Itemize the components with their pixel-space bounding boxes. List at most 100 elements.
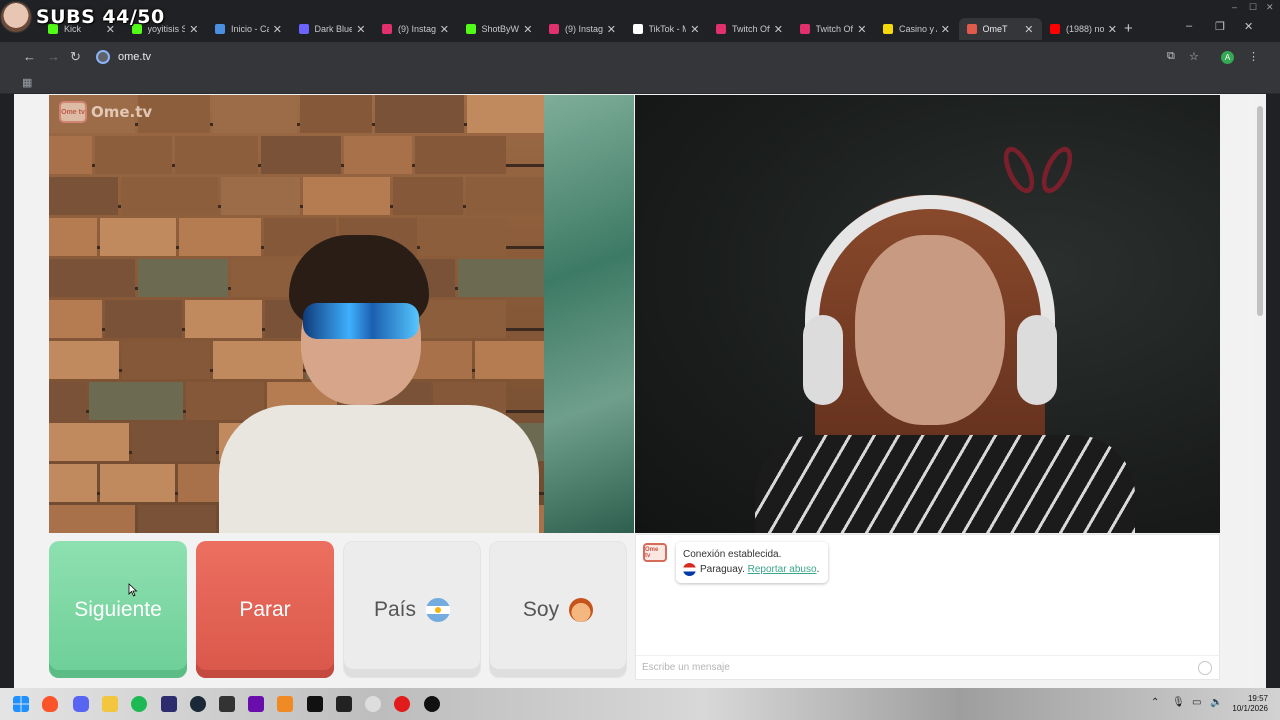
- chatgpt-icon[interactable]: [365, 696, 381, 712]
- tab-title: (9) Instagr: [398, 24, 436, 34]
- display-icon[interactable]: ▭: [1192, 697, 1201, 708]
- country-button-label: País: [373, 597, 417, 621]
- gender-select-button[interactable]: Soy: [489, 541, 627, 678]
- apps-grid-icon[interactable]: ▦: [22, 76, 32, 89]
- obs-icon[interactable]: [424, 696, 440, 712]
- ometv-chat-icon: Ome tv: [643, 543, 667, 562]
- connection-status-text: Conexión establecida.: [683, 549, 782, 560]
- tab-close-icon[interactable]: ✕: [857, 23, 866, 36]
- youtube-icon[interactable]: [394, 696, 410, 712]
- system-clock[interactable]: 19:57 10/1/2026: [1230, 694, 1268, 714]
- subs-counter: SUBS 44/50: [36, 6, 165, 28]
- stop-button[interactable]: Parar: [196, 541, 334, 678]
- tab-title: OmeT: [982, 24, 1008, 34]
- boy-emoji-icon: [569, 597, 594, 622]
- y-app-icon[interactable]: [248, 696, 264, 712]
- tab-close-icon[interactable]: ✕: [273, 23, 282, 36]
- page-scrollbar[interactable]: [1254, 94, 1266, 688]
- emoji-picker-icon[interactable]: [1198, 661, 1212, 675]
- launcher-icon[interactable]: [277, 696, 293, 712]
- country-filter-button[interactable]: País: [343, 541, 481, 678]
- tab-close-icon[interactable]: ✕: [523, 23, 532, 36]
- site-info-icon[interactable]: [96, 50, 110, 64]
- tab-close-icon[interactable]: ✕: [189, 23, 198, 36]
- minimize-mini-icon[interactable]: –: [1232, 2, 1237, 12]
- maximize-mini-icon[interactable]: ☐: [1249, 2, 1257, 13]
- profile-avatar[interactable]: A: [1221, 51, 1234, 64]
- tab-title: Twitch Off: [815, 24, 854, 34]
- tab-close-icon[interactable]: ✕: [941, 23, 950, 36]
- tray-chevron-icon[interactable]: ⌃: [1151, 697, 1159, 708]
- app-window-icon[interactable]: [161, 696, 177, 712]
- next-button[interactable]: Siguiente: [49, 541, 187, 678]
- next-button-label: Siguiente: [74, 597, 162, 621]
- remote-user-figure: [755, 165, 1135, 533]
- ometv-tv-icon: Ome tv: [59, 101, 87, 123]
- argentina-flag-icon: [426, 597, 451, 622]
- close-mini-icon[interactable]: ✕: [1266, 2, 1274, 13]
- report-abuse-link[interactable]: Reportar abuso: [748, 562, 817, 577]
- brave-browser-icon[interactable]: [42, 696, 58, 712]
- tab-close-icon[interactable]: ✕: [440, 23, 449, 36]
- system-message-bubble: Conexión establecida. Paraguay. Reportar…: [676, 542, 829, 583]
- bookmark-star-icon[interactable]: ☆: [1189, 50, 1199, 63]
- steam-icon[interactable]: [190, 696, 206, 712]
- restore-button[interactable]: ❐: [1215, 20, 1225, 33]
- tab-favicon-icon: [799, 24, 810, 34]
- tab-title: ShotByWo: [481, 24, 520, 34]
- reload-button[interactable]: ↻: [70, 49, 81, 65]
- tab-favicon-icon: [382, 24, 392, 34]
- minimize-button[interactable]: –: [1186, 20, 1192, 32]
- file-explorer-icon[interactable]: [102, 696, 118, 712]
- tab-favicon-icon: [883, 24, 893, 34]
- browser-tab[interactable]: Twitch Off ✕: [708, 18, 791, 40]
- browser-tab[interactable]: (9) Instagr ✕: [374, 18, 457, 40]
- local-user-figure: [219, 235, 539, 533]
- notion-icon[interactable]: [336, 696, 352, 712]
- capcut-icon[interactable]: [307, 696, 323, 712]
- windows-start-icon[interactable]: [13, 696, 29, 712]
- report-suffix: .: [816, 564, 820, 575]
- browser-tab[interactable]: (9) Instagr ✕: [541, 18, 624, 40]
- browser-tab[interactable]: ShotByWo✕: [458, 18, 541, 40]
- browser-tab[interactable]: Inicio - Ca ✕: [207, 18, 290, 40]
- tab-close-icon[interactable]: ✕: [774, 23, 783, 36]
- browser-tab[interactable]: OmeT ✕: [958, 18, 1042, 40]
- install-app-icon[interactable]: ⧉: [1167, 50, 1175, 63]
- streamer-avatar: [0, 1, 32, 33]
- tab-favicon-icon: [465, 24, 476, 34]
- tab-close-icon[interactable]: ✕: [1108, 23, 1117, 36]
- new-tab-button[interactable]: +: [1124, 20, 1133, 37]
- message-input[interactable]: Escribe un mensaje: [636, 655, 1219, 679]
- browser-tab[interactable]: (1988) no ✕: [1042, 18, 1125, 40]
- browser-tab[interactable]: Twitch Off ✕: [792, 18, 875, 40]
- tab-title: Casino y A: [899, 24, 937, 34]
- ometv-logo-text: Ome.tv: [91, 103, 153, 121]
- browser-tab[interactable]: Casino y A ✕: [875, 18, 958, 40]
- editor-app-icon[interactable]: [219, 696, 235, 712]
- address-bar[interactable]: ome.tv: [92, 46, 1214, 68]
- gender-button-label: Soy: [522, 597, 560, 621]
- volume-icon[interactable]: 🔈: [1210, 697, 1222, 708]
- tab-favicon-icon: [215, 24, 225, 34]
- bookmarks-bar: ▦: [0, 72, 1280, 94]
- tab-close-icon[interactable]: ✕: [690, 23, 699, 36]
- back-button[interactable]: ←: [23, 49, 36, 64]
- local-camera-video: Ome tv Ome.tv: [49, 95, 634, 533]
- microphone-icon[interactable]: 🎙: [1172, 697, 1185, 708]
- tab-close-icon[interactable]: ✕: [1024, 23, 1033, 36]
- discord-icon[interactable]: [73, 696, 89, 712]
- subs-overlay: SUBS 44/50: [0, 0, 165, 34]
- browser-tab[interactable]: Dark Blue ✕: [291, 18, 374, 40]
- tab-close-icon[interactable]: ✕: [607, 23, 616, 36]
- spotify-icon[interactable]: [131, 696, 147, 712]
- tab-title: (9) Instagr: [565, 24, 603, 34]
- forward-button[interactable]: →: [47, 49, 60, 64]
- menu-kebab-icon[interactable]: ⋮: [1248, 50, 1259, 63]
- url-text[interactable]: ome.tv: [118, 51, 151, 63]
- scrollbar-thumb[interactable]: [1257, 106, 1263, 316]
- windows-taskbar: ⌃ 🎙 ▭ 🔈 19:57 10/1/2026: [0, 688, 1280, 720]
- tab-close-icon[interactable]: ✕: [356, 23, 365, 36]
- browser-tab[interactable]: TikTok - M ✕: [625, 18, 708, 40]
- close-window-button[interactable]: ✕: [1244, 20, 1253, 33]
